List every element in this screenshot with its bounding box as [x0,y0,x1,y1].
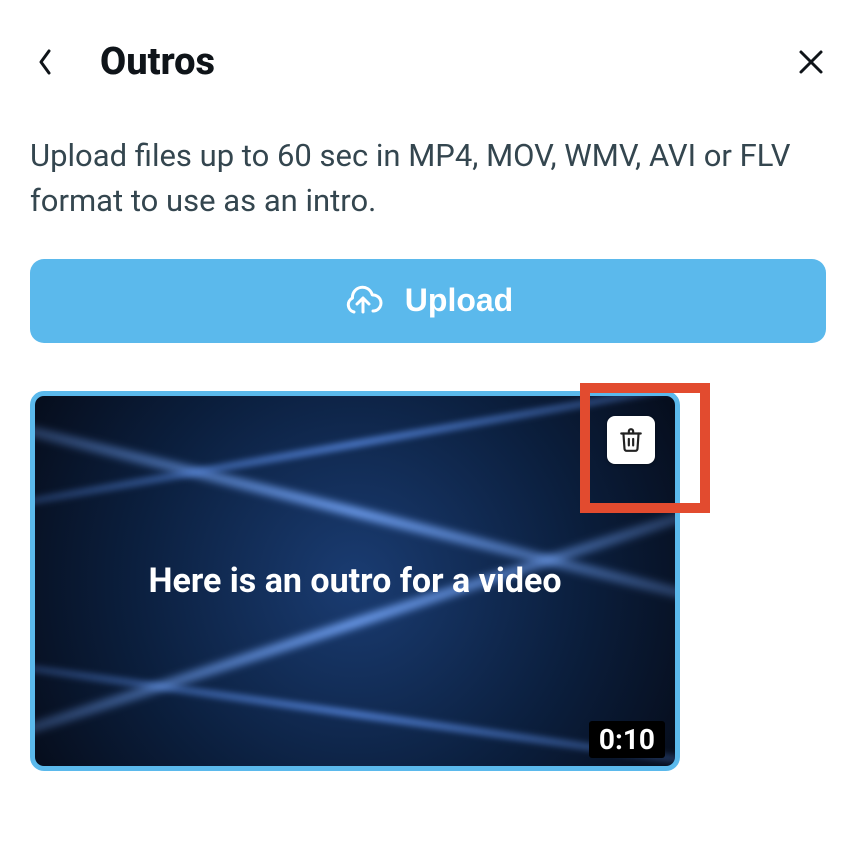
back-button[interactable] [30,47,60,77]
upload-description: Upload files up to 60 sec in MP4, MOV, W… [30,134,826,224]
outro-thumbnail[interactable]: Here is an outro for a video 0:10 [30,391,680,771]
page-title: Outros [100,40,215,84]
header-left: Outros [30,40,215,84]
delete-outro-button[interactable] [607,416,655,464]
close-button[interactable] [796,47,826,77]
chevron-left-icon [37,49,53,75]
decorative-beam [30,639,680,771]
close-icon [798,49,824,75]
video-duration-badge: 0:10 [589,721,665,758]
cloud-upload-icon [343,281,383,321]
panel-header: Outros [30,40,826,84]
outro-thumbnail-caption: Here is an outro for a video [148,561,561,601]
trash-icon [618,427,644,453]
upload-button[interactable]: Upload [30,259,826,343]
upload-button-label: Upload [405,282,513,319]
decorative-beam [30,391,680,537]
outro-thumbnail-wrapper: Here is an outro for a video 0:10 [30,391,680,771]
